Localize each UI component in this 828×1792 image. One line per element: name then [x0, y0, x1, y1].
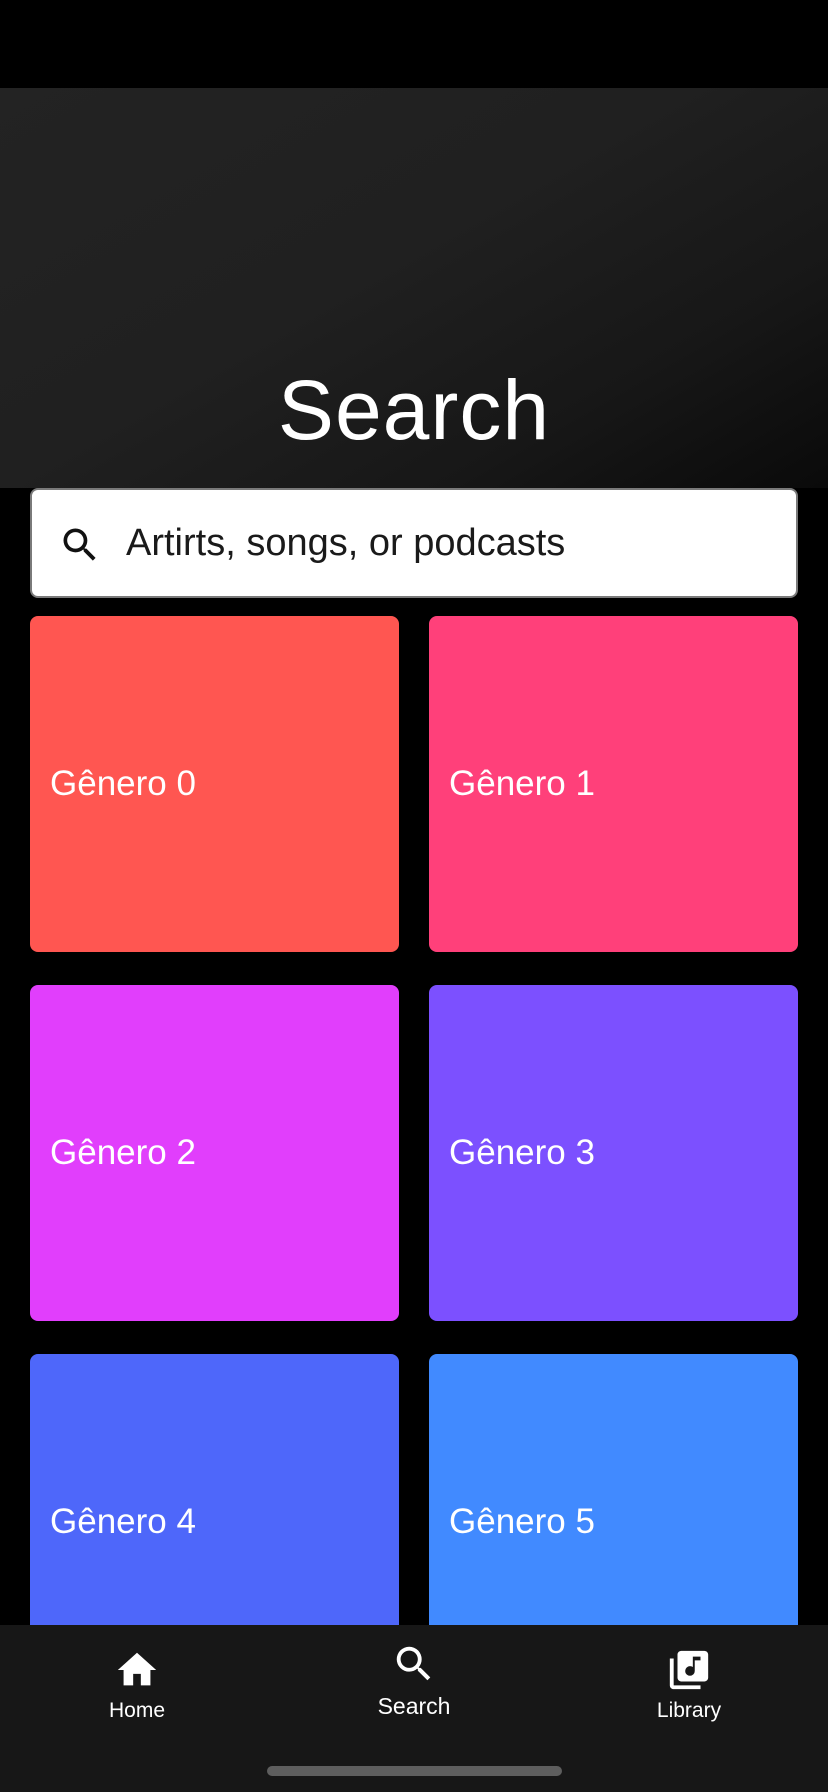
nav-library[interactable]: Library: [609, 1647, 769, 1747]
genre-tile-0[interactable]: Gênero 0: [30, 616, 399, 952]
genre-tile-1[interactable]: Gênero 1: [429, 616, 798, 952]
nav-home[interactable]: Home: [57, 1647, 217, 1747]
nav-library-label: Library: [656, 1699, 722, 1722]
genre-tile-label: Gênero 1: [449, 764, 595, 803]
genre-tile-3[interactable]: Gênero 3: [429, 985, 798, 1321]
genre-tile-label: Gênero 3: [449, 1133, 595, 1172]
library-icon: [669, 1650, 709, 1690]
genre-tile-label: Gênero 4: [50, 1502, 196, 1541]
search-input[interactable]: [126, 490, 766, 596]
genre-tile-4[interactable]: Gênero 4: [30, 1354, 399, 1625]
nav-search[interactable]: Search: [334, 1641, 494, 1741]
genre-tile-label: Gênero 0: [50, 764, 196, 803]
genre-tile-label: Gênero 5: [449, 1502, 595, 1541]
nav-search-label: Search: [377, 1693, 451, 1719]
genre-tile-2[interactable]: Gênero 2: [30, 985, 399, 1321]
home-icon: [117, 1652, 157, 1686]
nav-home-label: Home: [108, 1699, 166, 1722]
genre-tile-label: Gênero 2: [50, 1133, 196, 1172]
bottom-navigation: Home Search Library: [0, 1625, 828, 1792]
home-indicator: [267, 1766, 562, 1776]
search-icon: [396, 1646, 431, 1681]
page-title: Search: [277, 363, 551, 457]
genre-tile-5[interactable]: Gênero 5: [429, 1354, 798, 1625]
status-bar: [0, 0, 828, 88]
search-icon: [63, 528, 96, 561]
search-bar[interactable]: [30, 488, 798, 598]
